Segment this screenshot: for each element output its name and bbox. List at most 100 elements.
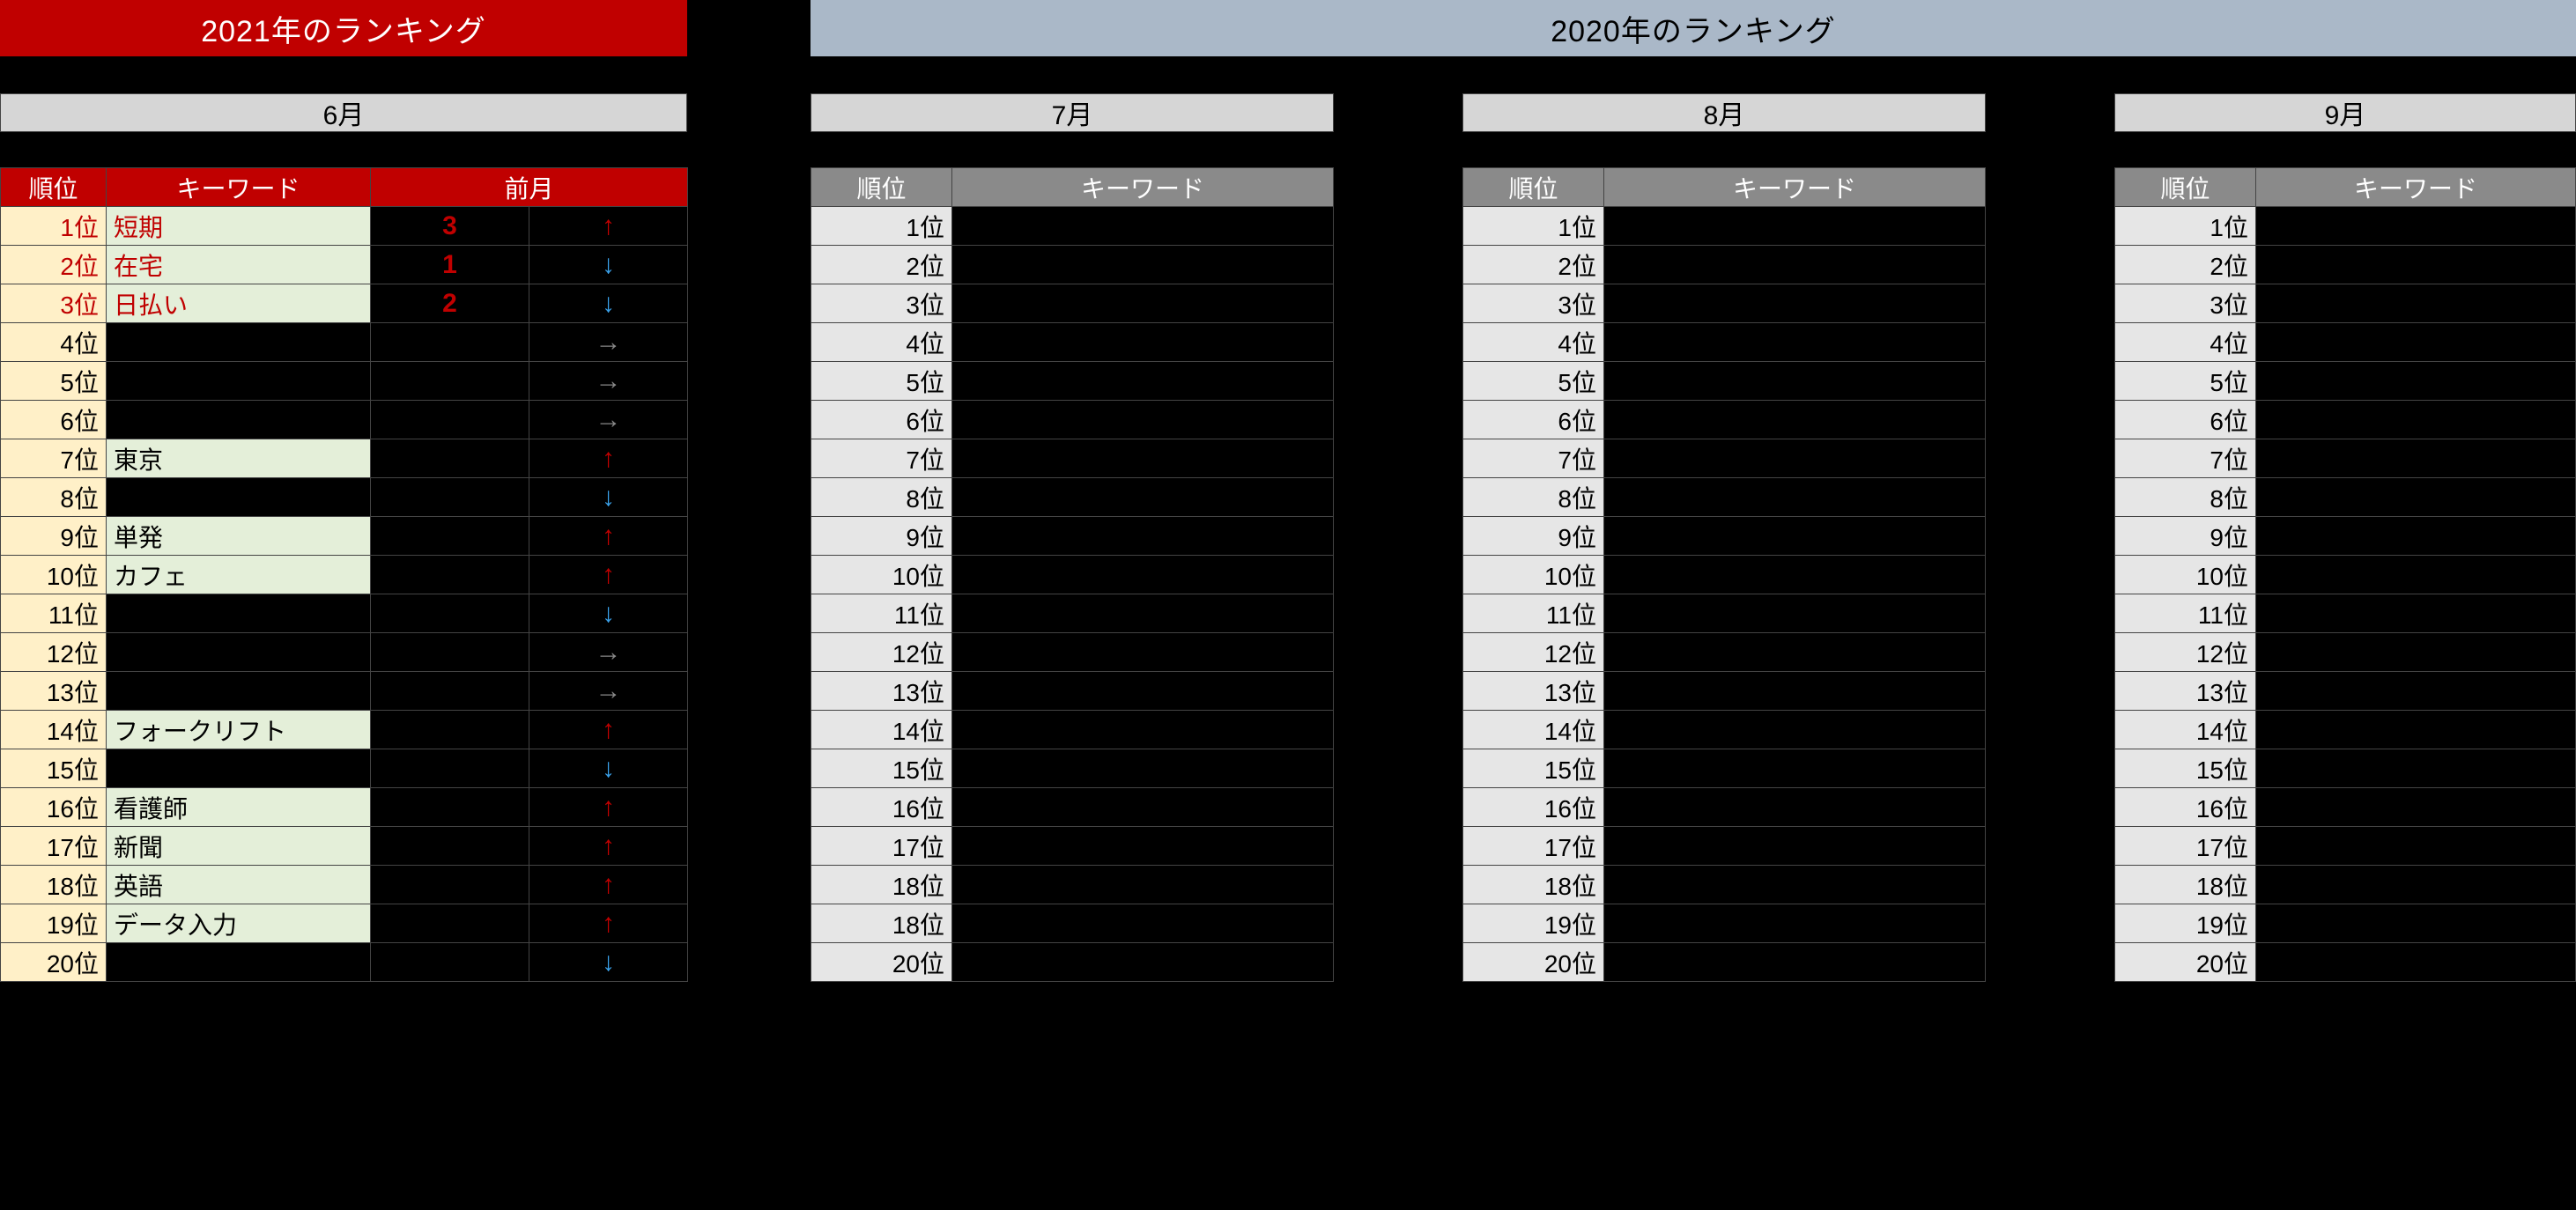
table-row: 5位→ (1, 362, 688, 401)
rank-cell: 15位 (811, 749, 952, 788)
table-row: 9位 (2115, 517, 2576, 556)
rank-cell: 7位 (2115, 439, 2256, 478)
prev-rank-cell (371, 478, 529, 517)
trend-arrow-icon: ↓ (529, 943, 688, 982)
keyword-cell (2256, 633, 2576, 672)
table-row: 1位 (1463, 207, 1986, 246)
keyword-cell (2256, 749, 2576, 788)
keyword-cell (107, 633, 371, 672)
table-row: 1位 (811, 207, 1334, 246)
table-row: 13位 (2115, 672, 2576, 711)
table-row: 5位 (811, 362, 1334, 401)
rank-cell: 5位 (2115, 362, 2256, 401)
keyword-cell (952, 943, 1334, 982)
rank-cell: 8位 (1, 478, 107, 517)
table-row: 10位 (2115, 556, 2576, 594)
th-prev: 前月 (371, 168, 688, 207)
trend-arrow-icon: ↓ (529, 246, 688, 284)
rank-cell: 6位 (1, 401, 107, 439)
keyword-cell (2256, 866, 2576, 904)
table-row: 14位フォークリフト↑ (1, 711, 688, 749)
column-2020-09: 9月 順位 キーワード 1位2位3位4位5位6位7位8位9位10位11位12位1… (2114, 93, 2576, 982)
keyword-cell (1604, 827, 1986, 866)
keyword-cell (107, 401, 371, 439)
ranking-table-2021-06: 順位 キーワード 前月 1位短期3↑2位在宅1↓3位日払い2↓4位→5位→6位→… (0, 167, 688, 982)
keyword-cell: 単発 (107, 517, 371, 556)
keyword-cell (952, 749, 1334, 788)
keyword-cell (952, 672, 1334, 711)
keyword-cell (952, 323, 1334, 362)
keyword-cell (1604, 284, 1986, 323)
keyword-cell: 東京 (107, 439, 371, 478)
keyword-cell (1604, 401, 1986, 439)
keyword-cell: 英語 (107, 866, 371, 904)
rank-cell: 4位 (1, 323, 107, 362)
trend-arrow-icon: ↑ (529, 517, 688, 556)
table-row: 15位 (1463, 749, 1986, 788)
keyword-cell (1604, 246, 1986, 284)
keyword-cell (2256, 827, 2576, 866)
table-row: 11位 (811, 594, 1334, 633)
table-row: 16位 (811, 788, 1334, 827)
keyword-cell (1604, 207, 1986, 246)
month-header-9: 9月 (2114, 93, 2576, 132)
table-row: 7位 (811, 439, 1334, 478)
keyword-cell (1604, 362, 1986, 401)
rank-cell: 20位 (811, 943, 952, 982)
keyword-cell (952, 478, 1334, 517)
rank-cell: 5位 (811, 362, 952, 401)
prev-rank-cell (371, 362, 529, 401)
keyword-cell (2256, 594, 2576, 633)
table-row: 14位 (811, 711, 1334, 749)
trend-arrow-icon: ↑ (529, 556, 688, 594)
table-row: 12位→ (1, 633, 688, 672)
keyword-cell: 在宅 (107, 246, 371, 284)
rank-cell: 9位 (811, 517, 952, 556)
prev-rank-cell (371, 323, 529, 362)
table-row: 19位 (1463, 904, 1986, 943)
rank-cell: 11位 (2115, 594, 2256, 633)
rank-cell: 1位 (2115, 207, 2256, 246)
rank-cell: 10位 (1463, 556, 1604, 594)
table-row: 7位東京↑ (1, 439, 688, 478)
rank-cell: 8位 (1463, 478, 1604, 517)
table-row: 7位 (1463, 439, 1986, 478)
rank-cell: 17位 (1463, 827, 1604, 866)
table-row: 9位単発 ↑ (1, 517, 688, 556)
prev-rank-cell: 1 (371, 246, 529, 284)
prev-rank-cell (371, 943, 529, 982)
rank-cell: 19位 (1, 904, 107, 943)
table-row: 2位在宅1↓ (1, 246, 688, 284)
rank-cell: 3位 (1463, 284, 1604, 323)
rank-cell: 20位 (2115, 943, 2256, 982)
table-row: 4位→ (1, 323, 688, 362)
keyword-cell (107, 478, 371, 517)
keyword-cell (952, 788, 1334, 827)
rank-cell: 17位 (811, 827, 952, 866)
table-row: 9位 (1463, 517, 1986, 556)
keyword-cell (107, 323, 371, 362)
rank-cell: 19位 (1463, 904, 1604, 943)
rank-cell: 6位 (1463, 401, 1604, 439)
table-row: 6位 (1463, 401, 1986, 439)
keyword-cell (952, 207, 1334, 246)
th-keyword: キーワード (2256, 168, 2576, 207)
rank-cell: 16位 (811, 788, 952, 827)
trend-arrow-icon: ↑ (529, 207, 688, 246)
rank-cell: 10位 (811, 556, 952, 594)
rank-cell: 10位 (1, 556, 107, 594)
rank-cell: 14位 (1, 711, 107, 749)
table-row: 17位新聞↑ (1, 827, 688, 866)
rank-cell: 9位 (1, 517, 107, 556)
table-row: 4位 (2115, 323, 2576, 362)
ranking-table-2020-08: 順位 キーワード 1位2位3位4位5位6位7位8位9位10位11位12位13位1… (1462, 167, 1986, 982)
rank-cell: 15位 (1463, 749, 1604, 788)
table-row: 10位 (1463, 556, 1986, 594)
keyword-cell (952, 439, 1334, 478)
keyword-cell (952, 517, 1334, 556)
keyword-cell (107, 749, 371, 788)
rank-cell: 4位 (811, 323, 952, 362)
rank-cell: 11位 (1463, 594, 1604, 633)
column-2020-08: 8月 順位 キーワード 1位2位3位4位5位6位7位8位9位10位11位12位1… (1462, 93, 1986, 982)
th-keyword: キーワード (107, 168, 371, 207)
